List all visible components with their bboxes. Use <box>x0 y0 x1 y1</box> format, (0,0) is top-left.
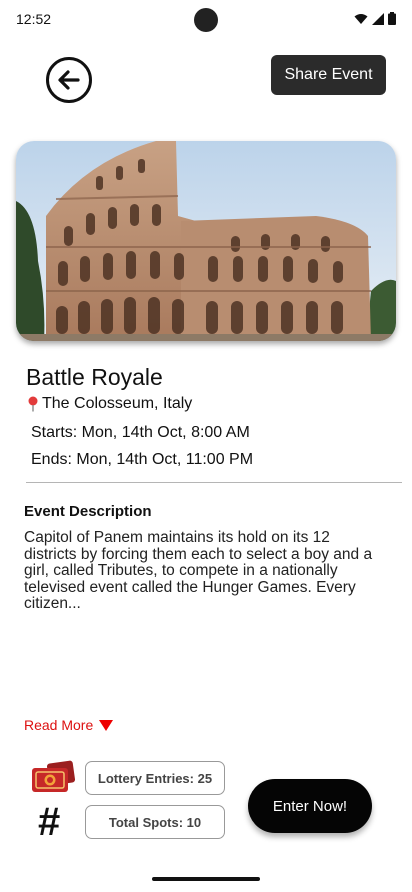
event-end-time: Ends: Mon, 14th Oct, 11:00 PM <box>31 451 254 468</box>
event-title: Battle Royale <box>26 364 163 390</box>
signal-icon <box>372 12 384 25</box>
event-image <box>16 141 396 341</box>
description-heading: Event Description <box>24 503 152 520</box>
event-location-text: The Colosseum, Italy <box>42 395 193 412</box>
pin-icon <box>28 396 38 412</box>
caret-down-icon <box>99 719 114 731</box>
event-start-time: Starts: Mon, 14th Oct, 8:00 AM <box>31 424 250 441</box>
ticket-icon <box>32 760 76 792</box>
status-time: 12:52 <box>16 11 52 27</box>
wifi-icon <box>354 13 368 24</box>
total-spots-badge: Total Spots: 10 <box>85 805 225 839</box>
read-more-link[interactable]: Read More <box>24 717 114 733</box>
divider <box>26 482 402 483</box>
read-more-label: Read More <box>24 717 94 733</box>
arrow-left-circle-icon <box>58 70 80 90</box>
enter-now-button[interactable]: Enter Now! <box>248 779 372 833</box>
hash-icon: # <box>38 800 61 844</box>
camera-cutout <box>194 8 218 32</box>
colosseum-photo <box>16 141 396 341</box>
share-event-button[interactable]: Share Event <box>271 55 386 95</box>
status-icons <box>354 12 396 25</box>
home-indicator[interactable] <box>152 877 260 881</box>
description-text: Capitol of Panem maintains its hold on i… <box>24 529 373 612</box>
back-button[interactable] <box>46 57 92 103</box>
lottery-entries-badge: Lottery Entries: 25 <box>85 761 225 795</box>
battery-icon <box>388 12 396 25</box>
event-location: The Colosseum, Italy <box>26 395 192 413</box>
